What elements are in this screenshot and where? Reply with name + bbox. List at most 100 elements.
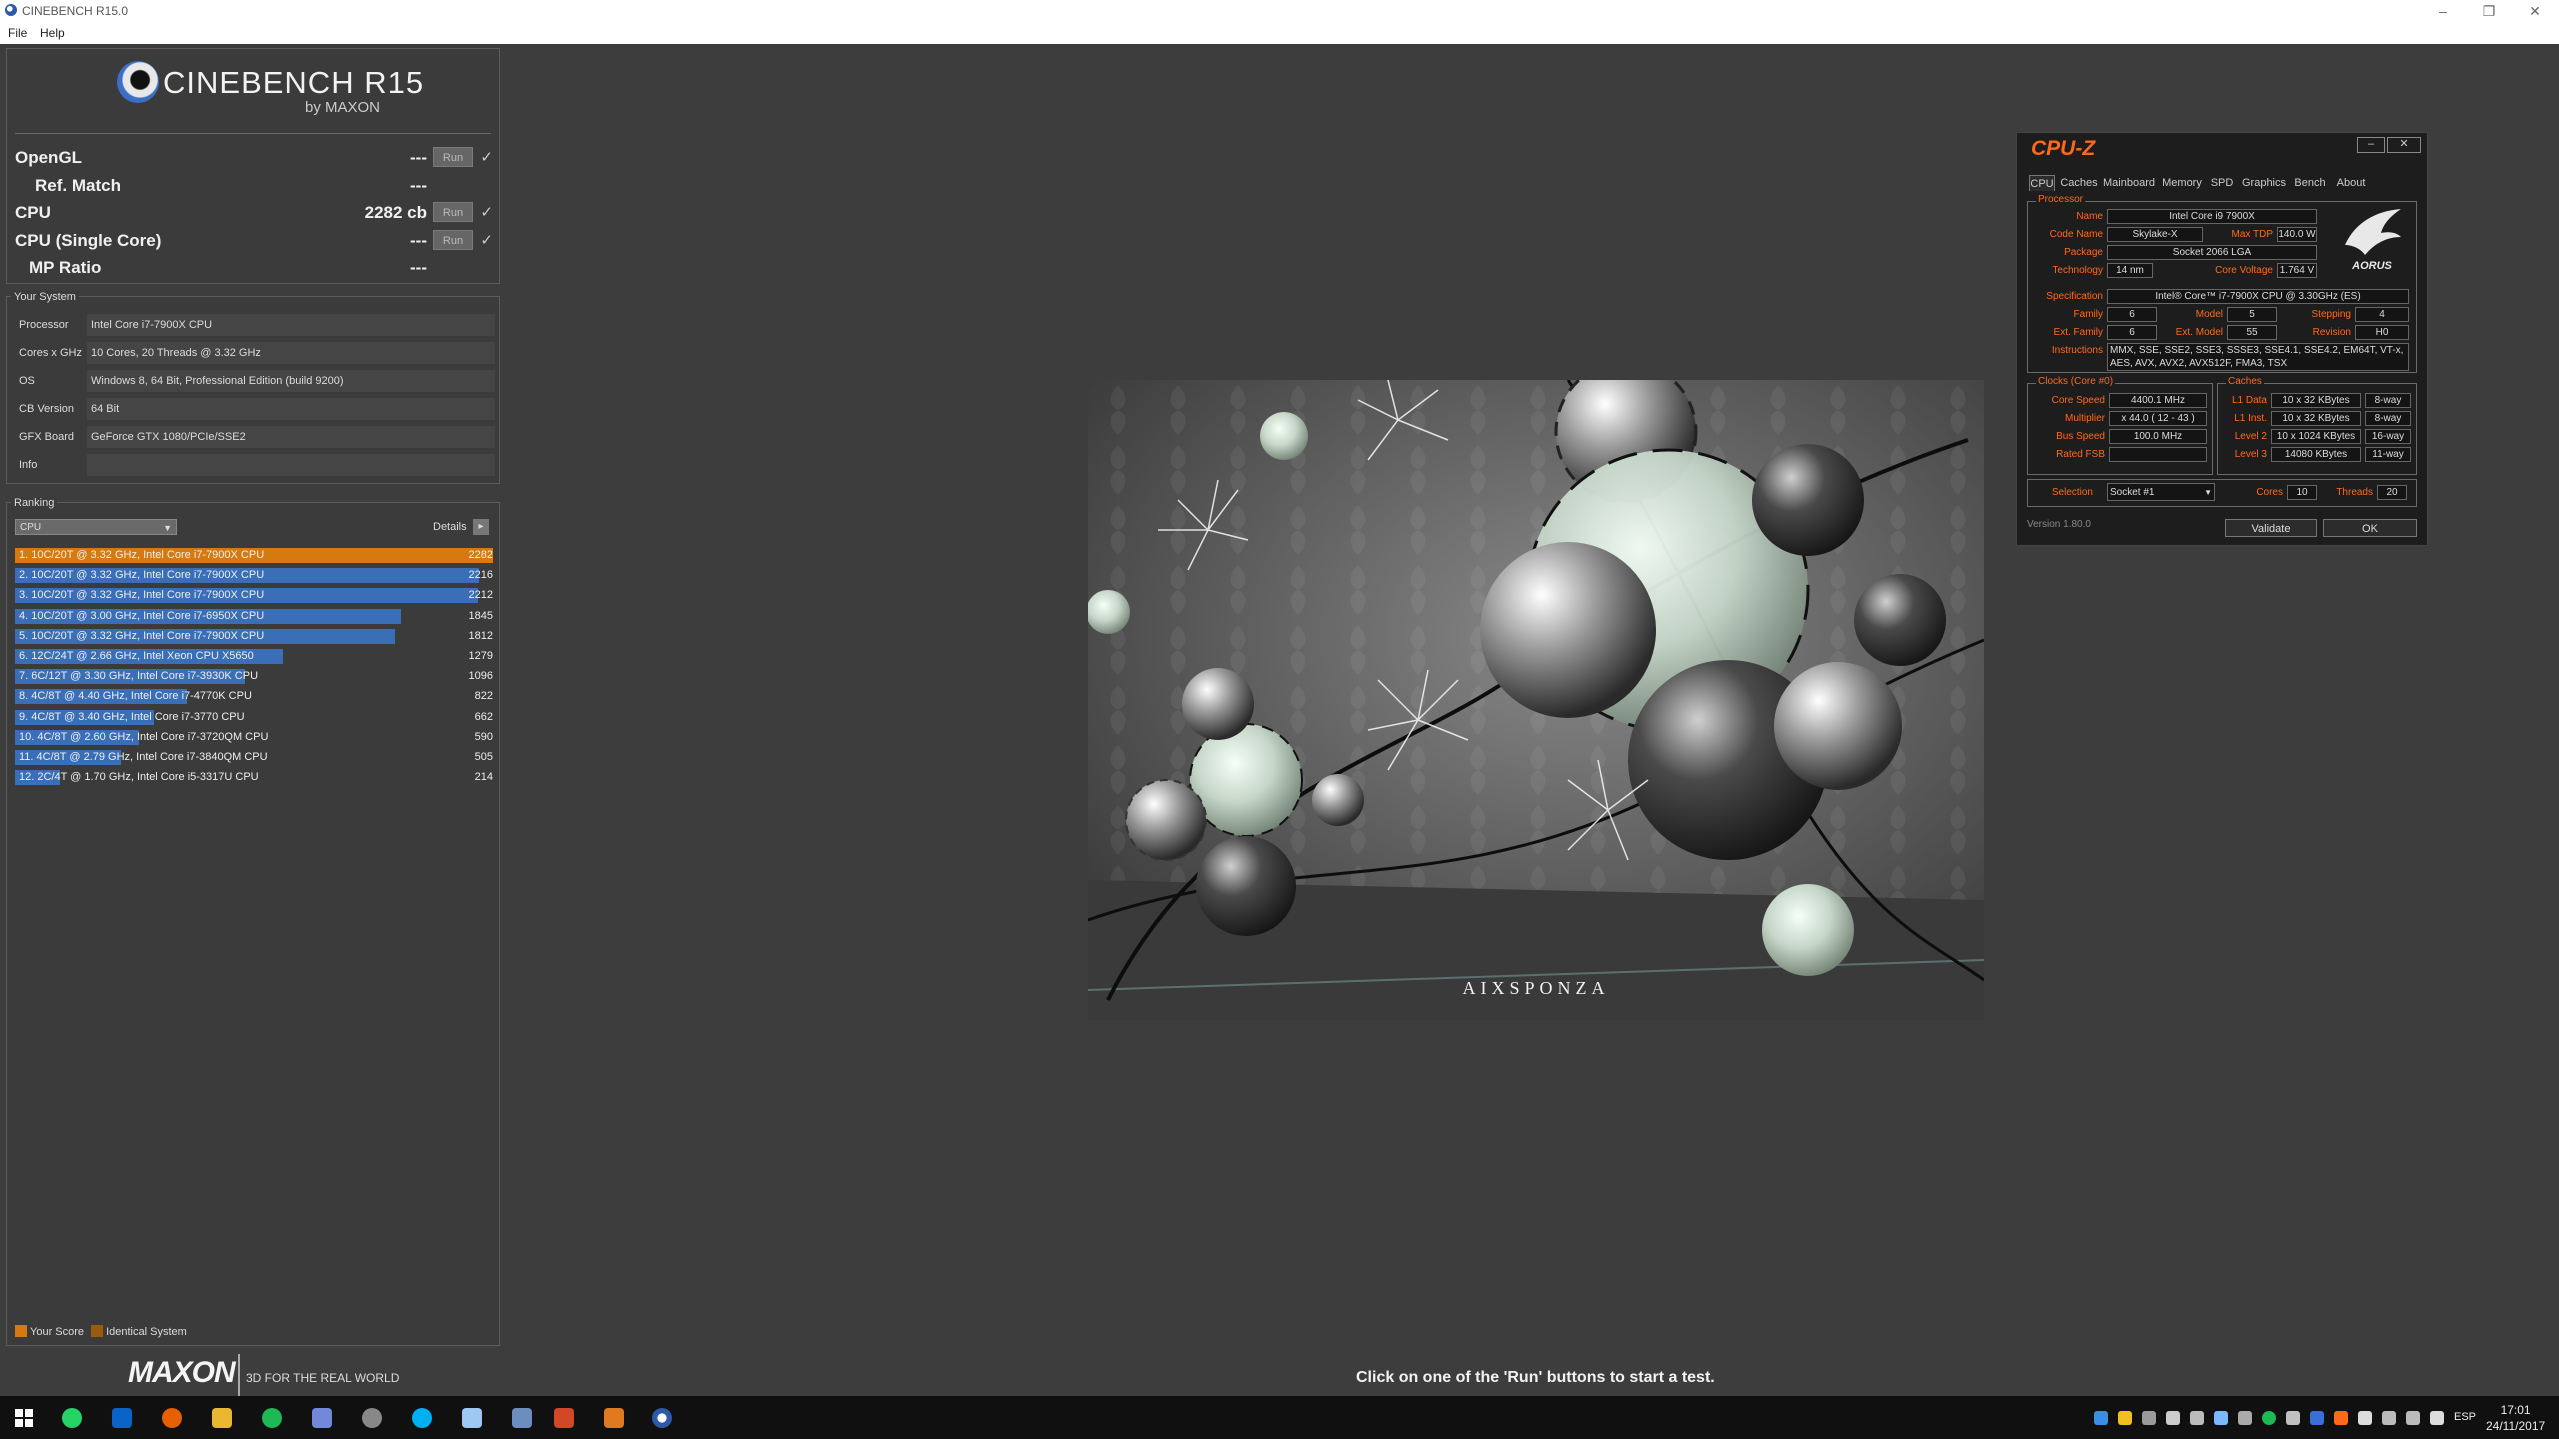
spotify-tray-icon[interactable] xyxy=(2262,1411,2276,1425)
ranking-row[interactable]: 2. 10C/20T @ 3.32 GHz, Intel Core i7-790… xyxy=(15,567,493,584)
tray-app-icon[interactable] xyxy=(2142,1411,2156,1425)
ranking-row[interactable]: 9. 4C/8T @ 3.40 GHz, Intel Core i7-3770 … xyxy=(15,709,493,726)
info-field[interactable] xyxy=(87,454,495,476)
tab-caches[interactable]: Caches xyxy=(2059,175,2099,191)
menu-bar: File Help xyxy=(0,22,2559,44)
menu-help[interactable]: Help xyxy=(40,26,65,40)
run-opengl-button[interactable]: Run xyxy=(433,147,473,167)
clocks-group-title: Clocks (Core #0) xyxy=(2036,376,2116,387)
discord-icon[interactable] xyxy=(312,1408,332,1428)
sys-key: OS xyxy=(19,375,35,387)
voltage-value: 1.764 V xyxy=(2277,263,2317,278)
cinebench-logo-text: CINEBENCH R15 xyxy=(163,65,425,100)
stepping-value: 4 xyxy=(2355,307,2409,322)
validate-button[interactable]: Validate xyxy=(2225,519,2317,537)
powerpoint-icon[interactable] xyxy=(554,1408,574,1428)
cpuz-close-button[interactable]: ✕ xyxy=(2387,137,2421,153)
ranking-score: 662 xyxy=(474,710,493,723)
ranking-score: 505 xyxy=(474,751,493,763)
ranking-row[interactable]: 7. 6C/12T @ 3.30 GHz, Intel Core i7-3930… xyxy=(15,668,493,685)
ranking-row[interactable]: 6. 12C/24T @ 2.66 GHz, Intel Xeon CPU X5… xyxy=(15,648,493,665)
sys-row: CB Version 64 Bit xyxy=(13,397,495,421)
cinebench-taskbar-icon[interactable] xyxy=(652,1408,672,1428)
extmodel-label: Ext. Model xyxy=(2175,327,2223,338)
restore-button[interactable]: ❐ xyxy=(2466,0,2512,22)
ranking-row[interactable]: 10. 4C/8T @ 2.60 GHz, Intel Core i7-3720… xyxy=(15,729,493,746)
calculator-icon[interactable] xyxy=(512,1408,532,1428)
tray-app-icon[interactable] xyxy=(2334,1411,2348,1425)
run-cpu-button[interactable]: Run xyxy=(433,202,473,222)
spotify-icon[interactable] xyxy=(262,1408,282,1428)
divider xyxy=(15,133,491,134)
tray-app-icon[interactable] xyxy=(2286,1411,2300,1425)
firefox-icon[interactable] xyxy=(162,1408,182,1428)
cpu-checkbox[interactable]: ✓ xyxy=(480,203,493,221)
tab-about[interactable]: About xyxy=(2331,175,2371,191)
tab-spd[interactable]: SPD xyxy=(2207,175,2237,191)
benchmark-panel: CINEBENCH R15 by MAXON OpenGL --- Run ✓ … xyxy=(6,48,500,284)
ranking-row[interactable]: 8. 4C/8T @ 4.40 GHz, Intel Core i7-4770K… xyxy=(15,688,493,705)
ranking-label: 6. 12C/24T @ 2.66 GHz, Intel Xeon CPU X5… xyxy=(19,650,254,662)
windows-start-icon[interactable] xyxy=(14,1408,34,1428)
details-button[interactable]: ▸ xyxy=(473,519,489,535)
language-indicator[interactable]: ESP xyxy=(2454,1411,2476,1423)
tab-graphics[interactable]: Graphics xyxy=(2239,175,2289,191)
tab-bench[interactable]: Bench xyxy=(2291,175,2329,191)
render-image: AIXSPONZA xyxy=(1088,380,1984,1020)
run-cpu-single-button[interactable]: Run xyxy=(433,230,473,250)
ranking-row[interactable]: 12. 2C/4T @ 1.70 GHz, Intel Core i5-3317… xyxy=(15,769,493,786)
tray-app-icon[interactable] xyxy=(2214,1411,2228,1425)
bluetooth-icon[interactable] xyxy=(2310,1411,2324,1425)
opengl-checkbox[interactable]: ✓ xyxy=(480,148,493,166)
network-icon[interactable] xyxy=(2382,1411,2396,1425)
tray-app-icon[interactable] xyxy=(2094,1411,2108,1425)
tab-memory[interactable]: Memory xyxy=(2159,175,2205,191)
sys-value: 64 Bit xyxy=(87,398,495,420)
steam-icon[interactable] xyxy=(362,1408,382,1428)
ranking-row[interactable]: 3. 10C/20T @ 3.32 GHz, Intel Core i7-790… xyxy=(15,587,493,604)
whatsapp-icon[interactable] xyxy=(62,1408,82,1428)
bench-value: 2282 cb xyxy=(364,203,427,222)
outlook-icon[interactable] xyxy=(112,1408,132,1428)
tray-app-icon[interactable] xyxy=(2358,1411,2372,1425)
multiplier-value: x 44.0 ( 12 - 43 ) xyxy=(2109,411,2207,426)
your-score-swatch xyxy=(15,1325,27,1337)
sys-value: GeForce GTX 1080/PCIe/SSE2 xyxy=(87,426,495,448)
threads-value: 20 xyxy=(2377,485,2407,500)
rated-fsb-label: Rated FSB xyxy=(2056,449,2105,460)
ok-button[interactable]: OK xyxy=(2323,519,2417,537)
family-value: 6 xyxy=(2107,307,2157,322)
taskbar-clock[interactable]: 17:01 24/11/2017 xyxy=(2486,1402,2545,1434)
tray-app-icon[interactable] xyxy=(2118,1411,2132,1425)
cpuz-minimize-button[interactable]: – xyxy=(2357,137,2385,153)
ranking-row[interactable]: 11. 4C/8T @ 2.79 GHz, Intel Core i7-3840… xyxy=(15,749,493,766)
l2-way: 16-way xyxy=(2365,429,2411,444)
notepad-icon[interactable] xyxy=(462,1408,482,1428)
ranking-row[interactable]: 4. 10C/20T @ 3.00 GHz, Intel Core i7-695… xyxy=(15,608,493,625)
tab-mainboard[interactable]: Mainboard xyxy=(2101,175,2157,191)
bench-row-opengl: OpenGL --- Run ✓ xyxy=(7,145,501,171)
ranking-row[interactable]: 5. 10C/20T @ 3.32 GHz, Intel Core i7-790… xyxy=(15,628,493,645)
keyboard-icon[interactable] xyxy=(2430,1411,2444,1425)
cloud-icon[interactable] xyxy=(2166,1411,2180,1425)
selection-dropdown[interactable]: Socket #1 ▼ xyxy=(2107,483,2215,501)
sublime-icon[interactable] xyxy=(604,1408,624,1428)
ranking-select[interactable]: CPU ▼ xyxy=(15,519,177,535)
tray-app-icon[interactable] xyxy=(2238,1411,2252,1425)
cpu-single-checkbox[interactable]: ✓ xyxy=(480,231,493,249)
ranking-row[interactable]: 1. 10C/20T @ 3.32 GHz, Intel Core i7-790… xyxy=(15,547,493,564)
ranking-score: 590 xyxy=(474,730,493,743)
skype-icon[interactable] xyxy=(412,1408,432,1428)
sys-row: Processor Intel Core i7-7900X CPU xyxy=(13,313,495,337)
file-explorer-icon[interactable] xyxy=(212,1408,232,1428)
volume-icon[interactable] xyxy=(2406,1411,2420,1425)
close-button[interactable]: ✕ xyxy=(2512,0,2558,22)
menu-file[interactable]: File xyxy=(8,26,27,40)
package-value: Socket 2066 LGA xyxy=(2107,245,2317,260)
codename-value: Skylake-X xyxy=(2107,227,2203,242)
minimize-button[interactable]: – xyxy=(2420,0,2466,22)
tab-cpu[interactable]: CPU xyxy=(2029,175,2055,191)
cores-value: 10 xyxy=(2287,485,2317,500)
tray-app-icon[interactable] xyxy=(2190,1411,2204,1425)
model-value: 5 xyxy=(2227,307,2277,322)
